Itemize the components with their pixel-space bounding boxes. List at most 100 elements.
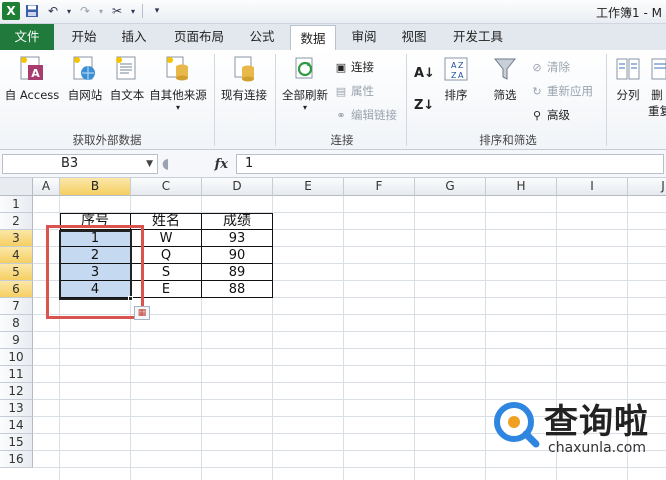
redo-dropdown-icon[interactable]: ▾ [97, 2, 105, 20]
table-cell[interactable]: 90 [202, 247, 273, 264]
table-cell[interactable]: 88 [202, 281, 273, 298]
tools-icon[interactable]: ✂ [108, 2, 126, 20]
connections-button[interactable]: ▣ 连接 [334, 58, 374, 76]
sort-icon: AZZA [442, 54, 470, 84]
from-text-button[interactable]: 自文本 [106, 54, 148, 116]
row-header-2[interactable]: 2 [0, 213, 33, 230]
undo-icon[interactable]: ↶ [44, 2, 62, 20]
column-header-a[interactable]: A [33, 178, 60, 196]
remove-duplicates-icon [648, 54, 666, 84]
row-header-7[interactable]: 7 [0, 298, 33, 315]
tab-home[interactable]: 开始 [62, 24, 106, 50]
sort-button[interactable]: AZZA 排序 [438, 54, 474, 116]
table-header-cell[interactable]: 成绩 [202, 213, 273, 230]
grid-column-line [485, 196, 486, 480]
row-header-6[interactable]: 6 [0, 281, 33, 298]
table-cell[interactable]: 93 [202, 230, 273, 247]
window-title: 工作簿1 - M [596, 6, 662, 20]
from-other-sources-button[interactable]: 自其他来源 ▾ [148, 54, 208, 116]
connections-icon: ▣ [335, 60, 347, 74]
ribbon-tabs: 文件 开始 插入 页面布局 公式 数据 审阅 视图 开发工具 [0, 24, 666, 51]
qat-separator [142, 4, 143, 18]
row-header-16[interactable]: 16 [0, 451, 33, 468]
select-all-corner[interactable] [0, 178, 33, 196]
row-header-11[interactable]: 11 [0, 366, 33, 383]
column-header-c[interactable]: C [131, 178, 202, 196]
row-header-1[interactable]: 1 [0, 196, 33, 213]
link-icon: ⚭ [336, 108, 346, 122]
dropdown-arrow-icon: ▾ [302, 103, 307, 112]
group-label-get-external: 获取外部数据 [72, 133, 142, 147]
advanced-filter-button[interactable]: ⚲ 高级 [530, 106, 570, 124]
row-header-3[interactable]: 3 [0, 230, 33, 247]
customize-qat-icon[interactable]: ▾ [148, 2, 166, 20]
column-header-d[interactable]: D [202, 178, 273, 196]
svg-text:A: A [451, 61, 457, 70]
row-header-12[interactable]: 12 [0, 383, 33, 400]
tools-dropdown-icon[interactable]: ▾ [129, 2, 137, 20]
save-icon[interactable] [23, 2, 41, 20]
sort-descending-button[interactable]: Z↓ [414, 96, 434, 114]
title-bar: X ↶ ▾ ↷ ▾ ✂ ▾ ▾ 工作簿1 - M [0, 0, 666, 24]
redo-icon[interactable]: ↷ [76, 2, 94, 20]
tab-view[interactable]: 视图 [394, 24, 434, 50]
tab-insert[interactable]: 插入 [112, 24, 156, 50]
split-columns-icon [614, 54, 642, 84]
from-access-button[interactable]: A 自 Access [2, 54, 62, 116]
existing-connections-button[interactable]: 现有连接 [216, 54, 272, 116]
text-file-icon [113, 54, 141, 84]
excel-logo-icon: X [2, 2, 20, 20]
tab-developer[interactable]: 开发工具 [446, 24, 510, 50]
sort-ascending-button[interactable]: A↓ [414, 64, 435, 82]
row-header-5[interactable]: 5 [0, 264, 33, 281]
column-header-b[interactable]: B [60, 178, 131, 196]
database-icon [164, 54, 192, 84]
tab-file[interactable]: 文件 [0, 24, 54, 50]
column-header-i[interactable]: I [557, 178, 628, 196]
column-header-e[interactable]: E [273, 178, 344, 196]
tab-formulas[interactable]: 公式 [240, 24, 284, 50]
splitter-icon[interactable]: ◖ [162, 156, 169, 172]
edit-links-button[interactable]: ⚭ 编辑链接 [334, 106, 397, 124]
tab-page-layout[interactable]: 页面布局 [166, 24, 232, 50]
name-box[interactable]: B3 ▼ [2, 154, 158, 174]
clear-filter-button[interactable]: ⊘ 清除 [530, 58, 570, 76]
formula-controls: ◖ fx [162, 154, 232, 174]
tab-data[interactable]: 数据 [290, 25, 336, 51]
row-header-13[interactable]: 13 [0, 400, 33, 417]
column-header-f[interactable]: F [344, 178, 415, 196]
row-header-8[interactable]: 8 [0, 315, 33, 332]
filter-button[interactable]: 筛选 [486, 54, 524, 116]
column-header-h[interactable]: H [486, 178, 557, 196]
reapply-button[interactable]: ↻ 重新应用 [530, 82, 593, 100]
search-magnifier-icon [494, 402, 540, 448]
insert-function-icon[interactable]: fx [215, 157, 228, 172]
formula-bar: B3 ▼ ◖ fx 1 [0, 150, 666, 178]
remove-duplicates-button[interactable]: 删 重复 [648, 54, 666, 116]
column-header-g[interactable]: G [415, 178, 486, 196]
undo-dropdown-icon[interactable]: ▾ [65, 2, 73, 20]
funnel-icon [491, 54, 519, 84]
row-header-4[interactable]: 4 [0, 247, 33, 264]
chevron-down-icon[interactable]: ▼ [146, 155, 153, 173]
refresh-all-button[interactable]: 全部刷新 ▾ [278, 54, 332, 116]
refresh-icon [291, 54, 319, 84]
formula-input[interactable]: 1 [236, 154, 664, 174]
column-header-j[interactable]: J [628, 178, 666, 196]
row-header-10[interactable]: 10 [0, 349, 33, 366]
from-web-button[interactable]: 自网站 [64, 54, 106, 116]
text-to-columns-button[interactable]: 分列 [610, 54, 646, 116]
svg-text:A: A [31, 67, 40, 80]
advanced-filter-icon: ⚲ [532, 108, 542, 122]
table-cell[interactable]: 89 [202, 264, 273, 281]
dropdown-arrow-icon: ▾ [175, 103, 180, 112]
row-header-14[interactable]: 14 [0, 417, 33, 434]
row-header-9[interactable]: 9 [0, 332, 33, 349]
autofill-options-icon[interactable]: ▦ [134, 306, 150, 320]
web-icon [71, 54, 99, 84]
svg-text:Z: Z [458, 61, 464, 70]
row-header-15[interactable]: 15 [0, 434, 33, 451]
tab-review[interactable]: 审阅 [344, 24, 384, 50]
properties-button[interactable]: ▤ 属性 [334, 82, 374, 100]
watermark-url: chaxunla.com [548, 440, 646, 456]
